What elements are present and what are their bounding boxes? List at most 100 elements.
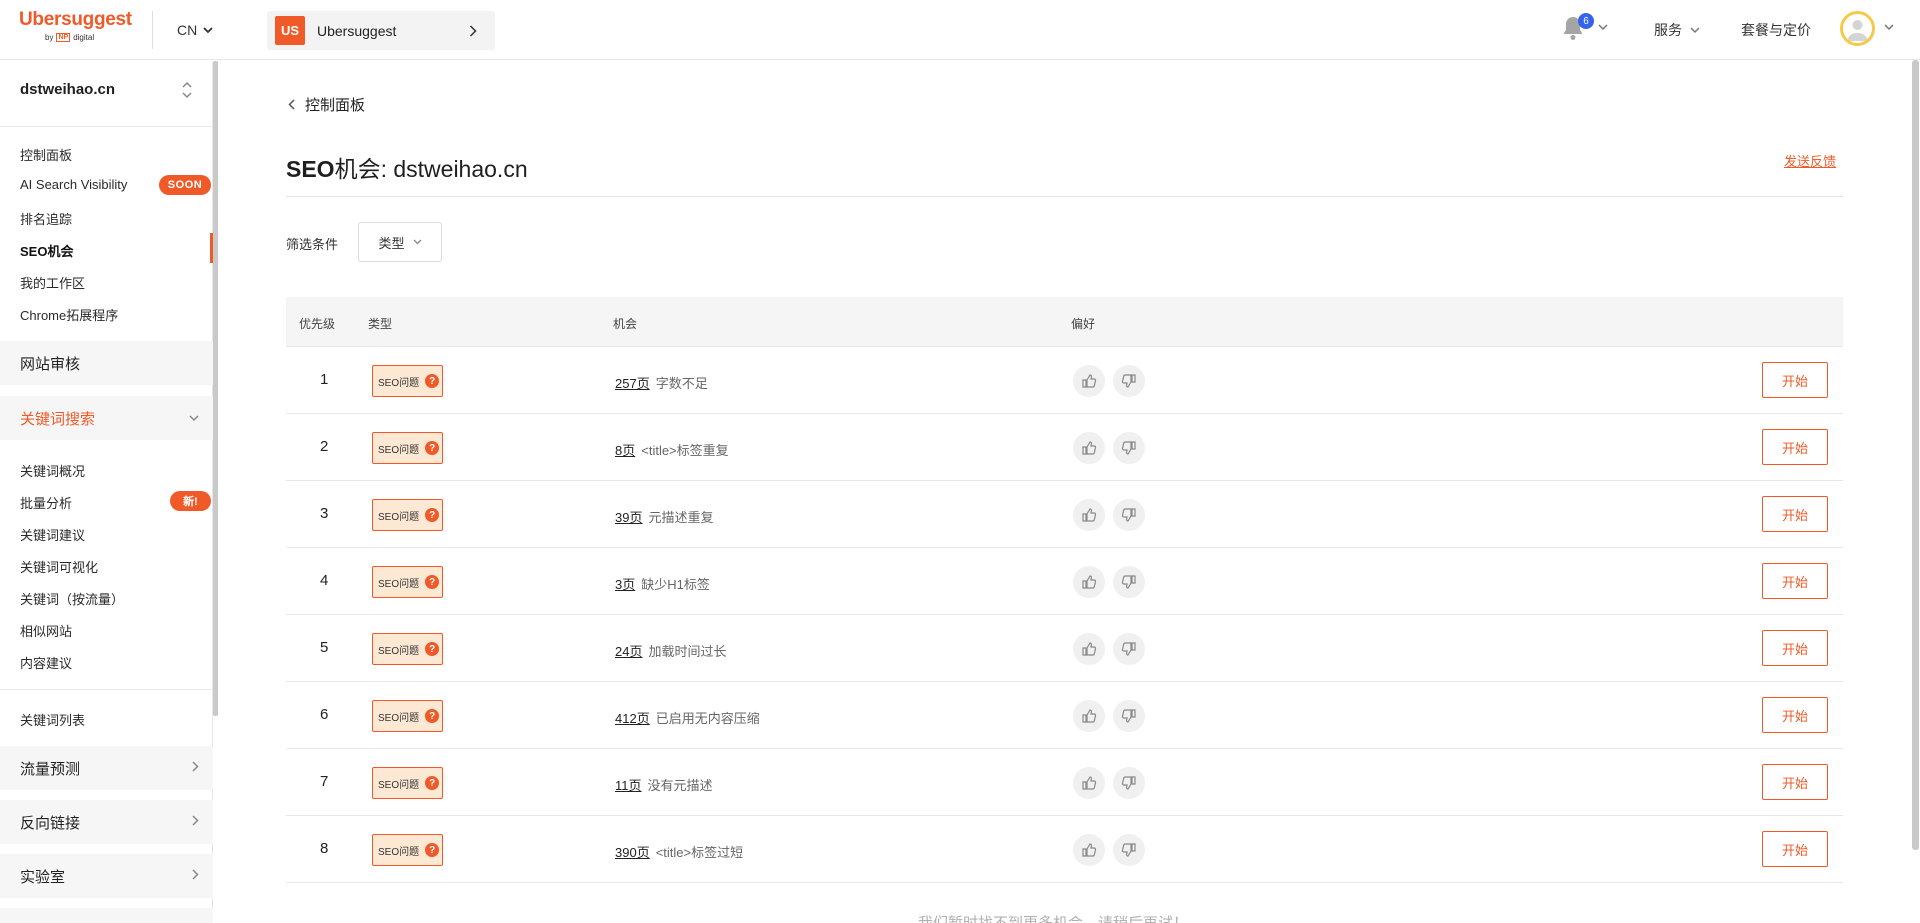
dislike-button[interactable] bbox=[1113, 700, 1145, 732]
sidebar-item-keyword-overview[interactable]: 关键词概况 bbox=[20, 461, 85, 480]
thumbs-down-icon bbox=[1121, 441, 1136, 455]
opportunity-cell: 24页 加载时间过长 bbox=[615, 641, 726, 660]
thumbs-up-icon bbox=[1082, 843, 1097, 857]
sidebar-item-content-ideas[interactable]: 内容建议 bbox=[20, 653, 72, 672]
dislike-button[interactable] bbox=[1113, 834, 1145, 866]
sidebar-section-backlinks[interactable]: 反向链接 bbox=[0, 800, 213, 844]
question-icon[interactable]: ? bbox=[425, 508, 440, 522]
table-row: 4 SEO问题? 3页 缺少H1标签 开始 bbox=[286, 548, 1843, 615]
thumbs-up-icon bbox=[1082, 374, 1097, 388]
back-to-dashboard-link[interactable]: 控制面板 bbox=[288, 94, 365, 115]
table-row: 2 SEO问题? 8页 <title>标签重复 开始 bbox=[286, 414, 1843, 481]
main-scrollbar[interactable] bbox=[1912, 60, 1919, 850]
sidebar-scrollbar[interactable] bbox=[213, 61, 218, 716]
seo-issue-tag[interactable]: SEO问题? bbox=[372, 633, 443, 665]
seo-issue-tag[interactable]: SEO问题? bbox=[372, 700, 443, 732]
page-count-link[interactable]: 412页 bbox=[615, 708, 650, 727]
sidebar-item-workspace[interactable]: 我的工作区 bbox=[20, 273, 85, 292]
send-feedback-link[interactable]: 发送反馈 bbox=[1784, 151, 1836, 170]
like-button[interactable] bbox=[1073, 700, 1105, 732]
chevron-down-icon[interactable] bbox=[1598, 24, 1608, 31]
start-button[interactable]: 开始 bbox=[1762, 697, 1828, 733]
chevron-down-icon[interactable] bbox=[1884, 24, 1894, 31]
sidebar-item-seo-opportunities[interactable]: SEO机会 bbox=[20, 241, 73, 260]
dislike-button[interactable] bbox=[1113, 365, 1145, 397]
seo-issue-tag[interactable]: SEO问题? bbox=[372, 566, 443, 598]
type-filter-dropdown[interactable]: 类型 bbox=[358, 222, 442, 262]
question-icon[interactable]: ? bbox=[425, 642, 440, 656]
sidebar-domain[interactable]: dstweihao.cn bbox=[20, 81, 115, 98]
pricing-link[interactable]: 套餐与定价 bbox=[1741, 20, 1811, 40]
dislike-button[interactable] bbox=[1113, 633, 1145, 665]
like-button[interactable] bbox=[1073, 633, 1105, 665]
chevron-down-icon bbox=[203, 26, 213, 33]
sidebar-section-site-audit[interactable]: 网站审核 bbox=[0, 341, 213, 385]
sidebar-item-keyword-lists[interactable]: 关键词列表 bbox=[20, 710, 85, 729]
sidebar-section-traffic-estimation[interactable]: 流量预测 bbox=[0, 746, 213, 790]
like-button[interactable] bbox=[1073, 499, 1105, 531]
page-count-link[interactable]: 8页 bbox=[615, 440, 635, 459]
sidebar-item-ai-search[interactable]: AI Search Visibility bbox=[20, 177, 127, 192]
like-button[interactable] bbox=[1073, 767, 1105, 799]
start-button[interactable]: 开始 bbox=[1762, 630, 1828, 666]
sidebar-item-keyword-ideas[interactable]: 关键词建议 bbox=[20, 525, 85, 544]
thumbs-up-icon bbox=[1082, 441, 1097, 455]
chevron-down-icon bbox=[413, 239, 421, 245]
sidebar-item-keywords-by-traffic[interactable]: 关键词（按流量） bbox=[20, 589, 124, 608]
project-avatar: US bbox=[275, 16, 305, 45]
start-button[interactable]: 开始 bbox=[1762, 362, 1828, 398]
like-button[interactable] bbox=[1073, 432, 1105, 464]
page-count-link[interactable]: 39页 bbox=[615, 507, 642, 526]
dislike-button[interactable] bbox=[1113, 499, 1145, 531]
start-button[interactable]: 开始 bbox=[1762, 831, 1828, 867]
seo-issue-tag[interactable]: SEO问题? bbox=[372, 432, 443, 464]
opportunity-cell: 39页 元描述重复 bbox=[615, 507, 713, 526]
dislike-button[interactable] bbox=[1113, 566, 1145, 598]
question-icon[interactable]: ? bbox=[425, 776, 440, 790]
page-count-link[interactable]: 390页 bbox=[615, 842, 650, 861]
sidebar-section-more[interactable] bbox=[0, 908, 213, 923]
services-menu[interactable]: 服务 bbox=[1654, 20, 1700, 40]
thumbs-down-icon bbox=[1121, 374, 1136, 388]
seo-issue-tag[interactable]: SEO问题? bbox=[372, 365, 443, 397]
question-icon[interactable]: ? bbox=[425, 374, 440, 388]
sidebar-item-chrome-extension[interactable]: Chrome拓展程序 bbox=[20, 305, 118, 324]
like-button[interactable] bbox=[1073, 365, 1105, 397]
question-icon[interactable]: ? bbox=[425, 441, 440, 455]
sidebar-item-bulk-analysis[interactable]: 批量分析 bbox=[20, 493, 72, 512]
start-button[interactable]: 开始 bbox=[1762, 563, 1828, 599]
seo-issue-tag[interactable]: SEO问题? bbox=[372, 767, 443, 799]
priority-cell: 2 bbox=[320, 438, 329, 455]
sidebar-item-keyword-visualization[interactable]: 关键词可视化 bbox=[20, 557, 98, 576]
sidebar-item-rank-tracking[interactable]: 排名追踪 bbox=[20, 209, 72, 228]
like-button[interactable] bbox=[1073, 566, 1105, 598]
sidebar-section-keyword-research[interactable]: 关键词搜索 bbox=[0, 396, 213, 440]
question-icon[interactable]: ? bbox=[425, 575, 440, 589]
seo-issue-tag[interactable]: SEO问题? bbox=[372, 499, 443, 531]
sidebar-item-dashboard[interactable]: 控制面板 bbox=[20, 145, 72, 164]
page-count-link[interactable]: 11页 bbox=[615, 775, 642, 794]
sidebar: dstweihao.cn 控制面板 AI Search Visibility S… bbox=[0, 61, 213, 923]
sort-arrows-icon[interactable] bbox=[181, 79, 193, 101]
sidebar-item-similar-websites[interactable]: 相似网站 bbox=[20, 621, 72, 640]
page-count-link[interactable]: 257页 bbox=[615, 373, 650, 392]
brand-np: NP bbox=[56, 33, 71, 42]
page-count-link[interactable]: 24页 bbox=[615, 641, 642, 660]
sidebar-section-labs[interactable]: 实验室 bbox=[0, 854, 213, 898]
opportunity-cell: 11页 没有元描述 bbox=[615, 775, 713, 794]
project-selector[interactable]: US Ubersuggest bbox=[267, 11, 495, 50]
user-avatar[interactable] bbox=[1840, 11, 1875, 46]
question-icon[interactable]: ? bbox=[425, 843, 440, 857]
notifications-button[interactable]: 6 bbox=[1561, 13, 1594, 41]
page-count-link[interactable]: 3页 bbox=[615, 574, 635, 593]
start-button[interactable]: 开始 bbox=[1762, 764, 1828, 800]
logo[interactable]: Ubersuggest by NP digital bbox=[19, 9, 132, 42]
language-selector[interactable]: CN bbox=[177, 22, 213, 38]
question-icon[interactable]: ? bbox=[425, 709, 440, 723]
like-button[interactable] bbox=[1073, 834, 1105, 866]
start-button[interactable]: 开始 bbox=[1762, 429, 1828, 465]
seo-issue-tag[interactable]: SEO问题? bbox=[372, 834, 443, 866]
start-button[interactable]: 开始 bbox=[1762, 496, 1828, 532]
dislike-button[interactable] bbox=[1113, 767, 1145, 799]
dislike-button[interactable] bbox=[1113, 432, 1145, 464]
